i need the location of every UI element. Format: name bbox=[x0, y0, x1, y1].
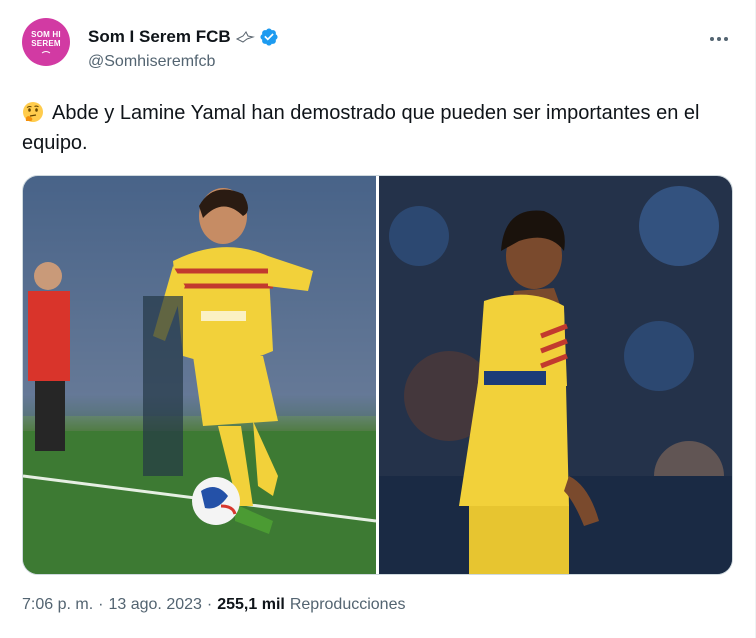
meta-separator: · bbox=[98, 596, 104, 613]
photo-lamine-yamal[interactable] bbox=[379, 176, 732, 574]
more-dots-icon bbox=[710, 37, 728, 41]
avatar-logo-line2: SEREM bbox=[31, 39, 61, 48]
author-handle[interactable]: @Somhiseremfcb bbox=[88, 53, 215, 71]
verified-badge-icon[interactable] bbox=[259, 27, 279, 47]
photo-lamine-image bbox=[379, 176, 732, 574]
avatar-logo-line1: SOM HI bbox=[31, 30, 61, 39]
tweet-meta: 7:06 p. m. · 13 ago. 2023 · 255,1 mil Re… bbox=[22, 596, 405, 614]
author-name-row: Som I Serem FCB bbox=[88, 27, 279, 47]
author-display-name[interactable]: Som I Serem FCB bbox=[88, 27, 231, 47]
photo-abde[interactable] bbox=[23, 176, 376, 574]
tweet-card: SOM HI SEREM Som I Serem FCB @Somhiserem… bbox=[0, 0, 756, 638]
photo-abde-image bbox=[23, 176, 376, 574]
tweet-date[interactable]: 13 ago. 2023 bbox=[108, 596, 201, 614]
media-grid bbox=[22, 175, 733, 575]
thinking-face-icon bbox=[23, 102, 43, 122]
views-label: Reproducciones bbox=[289, 596, 406, 613]
meta-separator-2: · bbox=[206, 596, 213, 613]
more-options-button[interactable] bbox=[702, 28, 736, 50]
views-count[interactable]: 255,1 mil bbox=[217, 596, 285, 614]
tweet-text: Abde y Lamine Yamal han demostrado que p… bbox=[22, 98, 734, 158]
bird-badge-icon bbox=[235, 31, 255, 43]
avatar[interactable]: SOM HI SEREM bbox=[22, 18, 70, 66]
tweet-body: Abde y Lamine Yamal han demostrado que p… bbox=[22, 102, 700, 154]
tweet-time[interactable]: 7:06 p. m. bbox=[22, 596, 93, 614]
avatar-logo-mark-icon bbox=[41, 51, 51, 54]
